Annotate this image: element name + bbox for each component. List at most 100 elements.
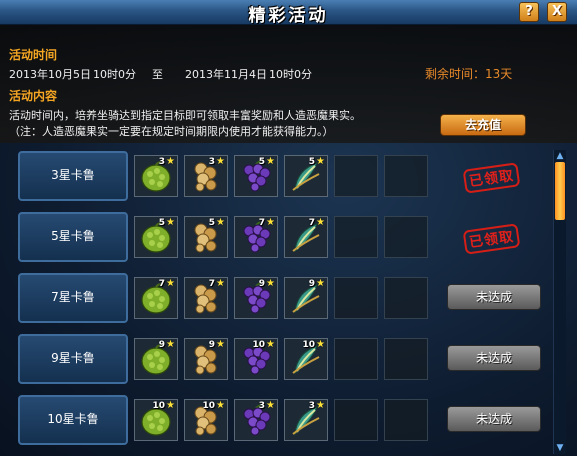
not-achieved-button[interactable]: 未达成 [447, 284, 541, 310]
event-window: 精彩活动 ? X 活动时间 2013年10月5日 10时0分 至 2013年11… [0, 0, 577, 456]
reward-item-slot[interactable]: 5 ★ [134, 216, 178, 258]
reward-item-slot[interactable]: 9 ★ [234, 277, 278, 319]
reward-tier-label: 5星卡鲁 [18, 212, 128, 262]
star-icon: ★ [316, 400, 325, 411]
item-count: 3 [258, 401, 265, 411]
star-icon: ★ [216, 278, 225, 289]
item-count: 7 [308, 218, 315, 228]
reward-tier-label: 10星卡鲁 [18, 395, 128, 445]
item-count: 5 [208, 218, 215, 228]
empty-slot [334, 155, 378, 197]
star-icon: ★ [266, 400, 275, 411]
empty-slot [334, 399, 378, 441]
item-count: 3 [158, 157, 165, 167]
reward-item-slot[interactable]: 5 ★ [184, 216, 228, 258]
end-time: 10时0分 [269, 68, 312, 81]
event-note: （注：人造恶魔果实一定要在规定时间期限内使用才能获得能力。） [9, 125, 334, 138]
scrollbar[interactable]: ▲ ▼ [553, 150, 566, 454]
star-icon: ★ [316, 278, 325, 289]
star-icon: ★ [216, 400, 225, 411]
reward-row: 3星卡鲁 3 ★ 3 ★ 5 ★ 5 ★ 已领取 [16, 148, 550, 208]
star-icon: ★ [216, 217, 225, 228]
claimed-stamp: 已领取 [462, 162, 521, 194]
star-icon: ★ [166, 400, 175, 411]
item-count: 9 [258, 279, 265, 289]
title-bar: 精彩活动 ? X [0, 0, 577, 26]
item-count: 7 [208, 279, 215, 289]
reward-item-slot[interactable]: 10 ★ [284, 338, 328, 380]
item-count: 10 [152, 401, 165, 411]
recharge-button[interactable]: 去充值 [440, 114, 526, 136]
star-icon: ★ [266, 156, 275, 167]
empty-slot [334, 216, 378, 258]
not-achieved-button[interactable]: 未达成 [447, 406, 541, 432]
item-count: 5 [308, 157, 315, 167]
item-count: 9 [158, 340, 165, 350]
reward-item-slot[interactable]: 3 ★ [284, 399, 328, 441]
star-icon: ★ [266, 217, 275, 228]
star-icon: ★ [316, 339, 325, 350]
item-count: 9 [308, 279, 315, 289]
reward-item-slot[interactable]: 7 ★ [234, 216, 278, 258]
star-icon: ★ [166, 278, 175, 289]
close-button[interactable]: X [547, 2, 567, 22]
reward-tier-label: 9星卡鲁 [18, 334, 128, 384]
star-icon: ★ [166, 156, 175, 167]
empty-slot [384, 338, 428, 380]
start-time: 10时0分 [93, 68, 136, 81]
reward-item-slot[interactable]: 3 ★ [134, 155, 178, 197]
event-content-heading: 活动内容 [9, 89, 58, 103]
item-count: 7 [258, 218, 265, 228]
empty-slot [384, 216, 428, 258]
star-icon: ★ [216, 156, 225, 167]
reward-item-slot[interactable]: 3 ★ [234, 399, 278, 441]
item-count: 10 [252, 340, 265, 350]
claimed-stamp: 已领取 [462, 223, 521, 255]
start-date: 2013年10月5日 [9, 68, 91, 81]
scroll-up-icon[interactable]: ▲ [555, 151, 565, 161]
not-achieved-button[interactable]: 未达成 [447, 345, 541, 371]
reward-item-slot[interactable]: 10 ★ [184, 399, 228, 441]
item-count: 10 [302, 340, 315, 350]
empty-slot [384, 155, 428, 197]
empty-slot [334, 277, 378, 319]
window-title: 精彩活动 [248, 6, 329, 26]
reward-item-slot[interactable]: 9 ★ [284, 277, 328, 319]
event-time-heading: 活动时间 [9, 48, 58, 62]
reward-item-slot[interactable]: 5 ★ [284, 155, 328, 197]
to-label: 至 [152, 68, 163, 81]
item-count: 5 [158, 218, 165, 228]
event-description: 活动时间内，培养坐骑达到指定目标即可领取丰富奖励和人造恶魔果实。 [9, 109, 361, 122]
star-icon: ★ [316, 156, 325, 167]
star-icon: ★ [316, 217, 325, 228]
scroll-thumb[interactable] [555, 162, 565, 220]
reward-item-slot[interactable]: 9 ★ [184, 338, 228, 380]
reward-tier-label: 7星卡鲁 [18, 273, 128, 323]
scroll-down-icon[interactable]: ▼ [555, 443, 565, 453]
help-button[interactable]: ? [519, 2, 539, 22]
star-icon: ★ [266, 278, 275, 289]
reward-item-slot[interactable]: 5 ★ [234, 155, 278, 197]
item-count: 3 [308, 401, 315, 411]
end-date: 2013年11月4日 [185, 68, 267, 81]
star-icon: ★ [166, 217, 175, 228]
reward-row: 7星卡鲁 7 ★ 7 ★ 9 ★ 9 ★ 未达成 [16, 270, 550, 330]
remaining-time: 剩余时间：13天 [425, 67, 513, 81]
item-count: 7 [158, 279, 165, 289]
reward-item-slot[interactable]: 10 ★ [234, 338, 278, 380]
reward-list: 3星卡鲁 3 ★ 3 ★ 5 ★ 5 ★ 已领取 5星卡鲁 5 ★ 5 ★ 7 ★ 7 ★ 已领取 7星卡鲁 7 ★ 7 ★ 9 ★… [16, 148, 550, 456]
star-icon: ★ [266, 339, 275, 350]
reward-item-slot[interactable]: 10 ★ [134, 399, 178, 441]
reward-row: 10星卡鲁 10 ★ 10 ★ 3 ★ 3 ★ 未达成 [16, 392, 550, 452]
item-count: 5 [258, 157, 265, 167]
reward-item-slot[interactable]: 7 ★ [184, 277, 228, 319]
empty-slot [384, 399, 428, 441]
item-count: 9 [208, 340, 215, 350]
empty-slot [384, 277, 428, 319]
reward-item-slot[interactable]: 9 ★ [134, 338, 178, 380]
reward-item-slot[interactable]: 7 ★ [284, 216, 328, 258]
reward-row: 9星卡鲁 9 ★ 9 ★ 10 ★ 10 ★ 未达成 [16, 331, 550, 391]
item-count: 10 [202, 401, 215, 411]
reward-item-slot[interactable]: 3 ★ [184, 155, 228, 197]
reward-item-slot[interactable]: 7 ★ [134, 277, 178, 319]
